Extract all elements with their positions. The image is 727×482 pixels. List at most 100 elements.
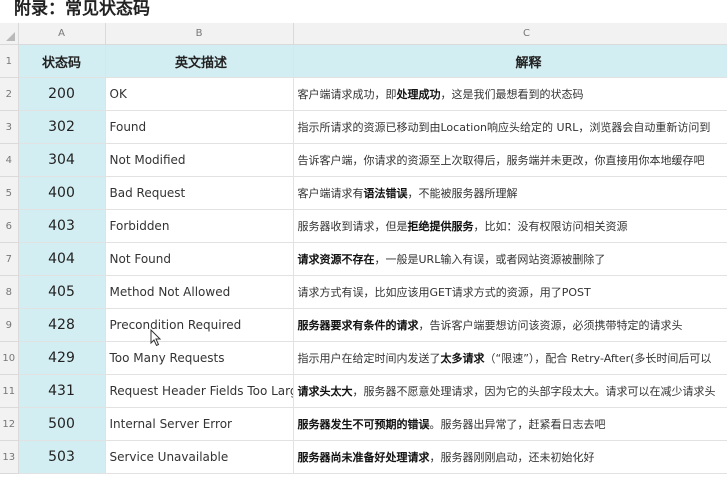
row-number[interactable]: 11: [0, 374, 19, 408]
header-cell-english[interactable]: 英文描述: [105, 44, 294, 78]
explanation-cell[interactable]: 告诉客户端，你请求的资源至上次取得后，服务端并未更改，你直接用你本地缓存吧: [293, 143, 727, 177]
explanation-text: ，不能被服务器所理解: [407, 187, 518, 200]
column-header-row: A B C: [0, 23, 727, 45]
explanation-text: ，服务器不愿意处理请求，因为它的头部字段太大。请求可以在减少请求头: [352, 385, 716, 398]
english-desc-cell[interactable]: Internal Server Error: [105, 407, 294, 441]
english-desc-cell[interactable]: Not Modified: [105, 143, 294, 177]
explanation-cell[interactable]: 请求头太大，服务器不愿意处理请求，因为它的头部字段太大。请求可以在减少请求头: [293, 374, 727, 408]
status-code-cell[interactable]: 404: [18, 242, 106, 276]
page-title: 附录：常见状态码: [14, 0, 150, 19]
select-all-corner[interactable]: [0, 23, 19, 45]
row-number[interactable]: 5: [0, 176, 19, 210]
status-code-cell[interactable]: 500: [18, 407, 106, 441]
explanation-cell[interactable]: 指示用户在给定时间内发送了太多请求（“限速”），配合 Retry-After(多…: [293, 341, 727, 375]
explanation-bold-text: 拒绝提供服务: [407, 220, 474, 233]
row-number[interactable]: 9: [0, 308, 19, 342]
english-desc-cell[interactable]: Service Unavailable: [105, 440, 294, 474]
explanation-text: （“限速”），配合 Retry-After(多长时间后可以: [484, 352, 712, 365]
explanation-cell[interactable]: 服务器要求有条件的请求，告诉客户端要想访问该资源，必须携带特定的请求头: [293, 308, 727, 342]
table-row: 2 200 OK 客户端请求成功，即处理成功，这是我们最想看到的状态码: [0, 77, 727, 111]
explanation-text: 客户端请求有: [297, 187, 364, 200]
explanation-bold-text: 处理成功: [396, 88, 441, 101]
table-row: 9 428 Precondition Required 服务器要求有条件的请求，告诉客…: [0, 308, 727, 342]
explanation-text: ，比如：没有权限访问相关资源: [473, 220, 628, 233]
table-row: 3 302 Found 指示所请求的资源已移动到由Location响应头给定的 URL…: [0, 110, 727, 144]
row-number[interactable]: 1: [0, 44, 19, 78]
header-cell-code[interactable]: 状态码: [18, 44, 106, 78]
english-desc-cell[interactable]: Method Not Allowed: [105, 275, 294, 309]
table-row: 4 304 Not Modified 告诉客户端，你请求的资源至上次取得后，服务端并未…: [0, 143, 727, 177]
spreadsheet: A B C 1 状态码 英文描述 解释 2 200 OK 客户端请求成功，即处理成功，…: [0, 23, 727, 482]
status-code-cell[interactable]: 200: [18, 77, 106, 111]
table-row: 5 400 Bad Request 客户端请求有语法错误，不能被服务器所理解: [0, 176, 727, 210]
explanation-text: 客户端请求成功，即: [297, 88, 397, 101]
status-code-cell[interactable]: 304: [18, 143, 106, 177]
explanation-text: ，告诉客户端要想访问该资源，必须携带特定的请求头: [418, 319, 683, 332]
table-row: 13 503 Service Unavailable 服务器尚未准备好处理请求，服务器…: [0, 440, 727, 474]
english-desc-cell[interactable]: Forbidden: [105, 209, 294, 243]
status-code-cell[interactable]: 302: [18, 110, 106, 144]
explanation-text: ，服务器刚刚启动，还未初始化好: [429, 451, 595, 464]
english-desc-cell[interactable]: Request Header Fields Too Large: [105, 374, 294, 408]
explanation-cell[interactable]: 指示所请求的资源已移动到由Location响应头给定的 URL，浏览器会自动重新…: [293, 110, 727, 144]
row-number[interactable]: 13: [0, 440, 19, 474]
status-code-cell[interactable]: 400: [18, 176, 106, 210]
column-header-c[interactable]: C: [293, 23, 727, 45]
status-code-cell[interactable]: 428: [18, 308, 106, 342]
explanation-cell[interactable]: 服务器发生不可预期的错误。服务器出异常了，赶紧看日志去吧: [293, 407, 727, 441]
status-code-table: A B C 1 状态码 英文描述 解释 2 200 OK 客户端请求成功，即处理成功，…: [0, 23, 727, 474]
table-header-row: 1 状态码 英文描述 解释: [0, 44, 727, 78]
explanation-text: 服务器收到请求，但是: [297, 220, 408, 233]
explanation-bold-text: 请求头太大: [297, 385, 353, 398]
english-desc-cell[interactable]: OK: [105, 77, 294, 111]
column-header-b[interactable]: B: [105, 23, 294, 45]
explanation-cell[interactable]: 请求资源不存在，一般是URL输入有误，或者网站资源被删除了: [293, 242, 727, 276]
english-desc-cell[interactable]: Found: [105, 110, 294, 144]
table-row: 6 403 Forbidden 服务器收到请求，但是拒绝提供服务，比如：没有权限访问相…: [0, 209, 727, 243]
header-cell-explain[interactable]: 解释: [293, 44, 727, 78]
explanation-bold-text: 服务器发生不可预期的错误: [297, 418, 430, 431]
explanation-text: 告诉客户端，你请求的资源至上次取得后，服务端并未更改，你直接用你本地缓存吧: [297, 154, 705, 167]
explanation-bold-text: 请求资源不存在: [297, 253, 375, 266]
explanation-text: ，这是我们最想看到的状态码: [440, 88, 584, 101]
explanation-bold-text: 太多请求: [440, 352, 485, 365]
english-desc-cell[interactable]: Bad Request: [105, 176, 294, 210]
row-number[interactable]: 2: [0, 77, 19, 111]
table-row: 7 404 Not Found 请求资源不存在，一般是URL输入有误，或者网站资源被删…: [0, 242, 727, 276]
table-row: 10 429 Too Many Requests 指示用户在给定时间内发送了太多请求（…: [0, 341, 727, 375]
select-all-icon: [6, 31, 16, 41]
status-code-cell[interactable]: 431: [18, 374, 106, 408]
explanation-bold-text: 服务器要求有条件的请求: [297, 319, 419, 332]
explanation-text: 指示用户在给定时间内发送了: [297, 352, 441, 365]
row-number[interactable]: 6: [0, 209, 19, 243]
mouse-pointer-icon: [150, 329, 162, 347]
status-code-cell[interactable]: 503: [18, 440, 106, 474]
explanation-bold-text: 服务器尚未准备好处理请求: [297, 451, 430, 464]
table-row: 8 405 Method Not Allowed 请求方式有误，比如应该用GET请求方…: [0, 275, 727, 309]
column-header-a[interactable]: A: [18, 23, 106, 45]
row-number[interactable]: 12: [0, 407, 19, 441]
row-number[interactable]: 4: [0, 143, 19, 177]
row-number[interactable]: 7: [0, 242, 19, 276]
explanation-text: 。服务器出异常了，赶紧看日志去吧: [429, 418, 606, 431]
explanation-text: 请求方式有误，比如应该用GET请求方式的资源，用了POST: [297, 286, 591, 299]
row-number[interactable]: 3: [0, 110, 19, 144]
table-row: 12 500 Internal Server Error 服务器发生不可预期的错误。服…: [0, 407, 727, 441]
english-desc-cell[interactable]: Precondition Required: [105, 308, 294, 342]
explanation-cell[interactable]: 服务器尚未准备好处理请求，服务器刚刚启动，还未初始化好: [293, 440, 727, 474]
explanation-cell[interactable]: 服务器收到请求，但是拒绝提供服务，比如：没有权限访问相关资源: [293, 209, 727, 243]
english-desc-cell[interactable]: Too Many Requests: [105, 341, 294, 375]
status-code-cell[interactable]: 429: [18, 341, 106, 375]
status-code-cell[interactable]: 405: [18, 275, 106, 309]
english-desc-cell[interactable]: Not Found: [105, 242, 294, 276]
explanation-text: 指示所请求的资源已移动到由Location响应头给定的 URL，浏览器会自动重新…: [297, 121, 711, 134]
explanation-cell[interactable]: 客户端请求成功，即处理成功，这是我们最想看到的状态码: [293, 77, 727, 111]
explanation-bold-text: 语法错误: [363, 187, 408, 200]
status-code-cell[interactable]: 403: [18, 209, 106, 243]
table-row: 11 431 Request Header Fields Too Large 请求头太…: [0, 374, 727, 408]
explanation-cell[interactable]: 客户端请求有语法错误，不能被服务器所理解: [293, 176, 727, 210]
row-number[interactable]: 8: [0, 275, 19, 309]
explanation-cell[interactable]: 请求方式有误，比如应该用GET请求方式的资源，用了POST: [293, 275, 727, 309]
row-number[interactable]: 10: [0, 341, 19, 375]
explanation-text: ，一般是URL输入有误，或者网站资源被删除了: [374, 253, 606, 266]
